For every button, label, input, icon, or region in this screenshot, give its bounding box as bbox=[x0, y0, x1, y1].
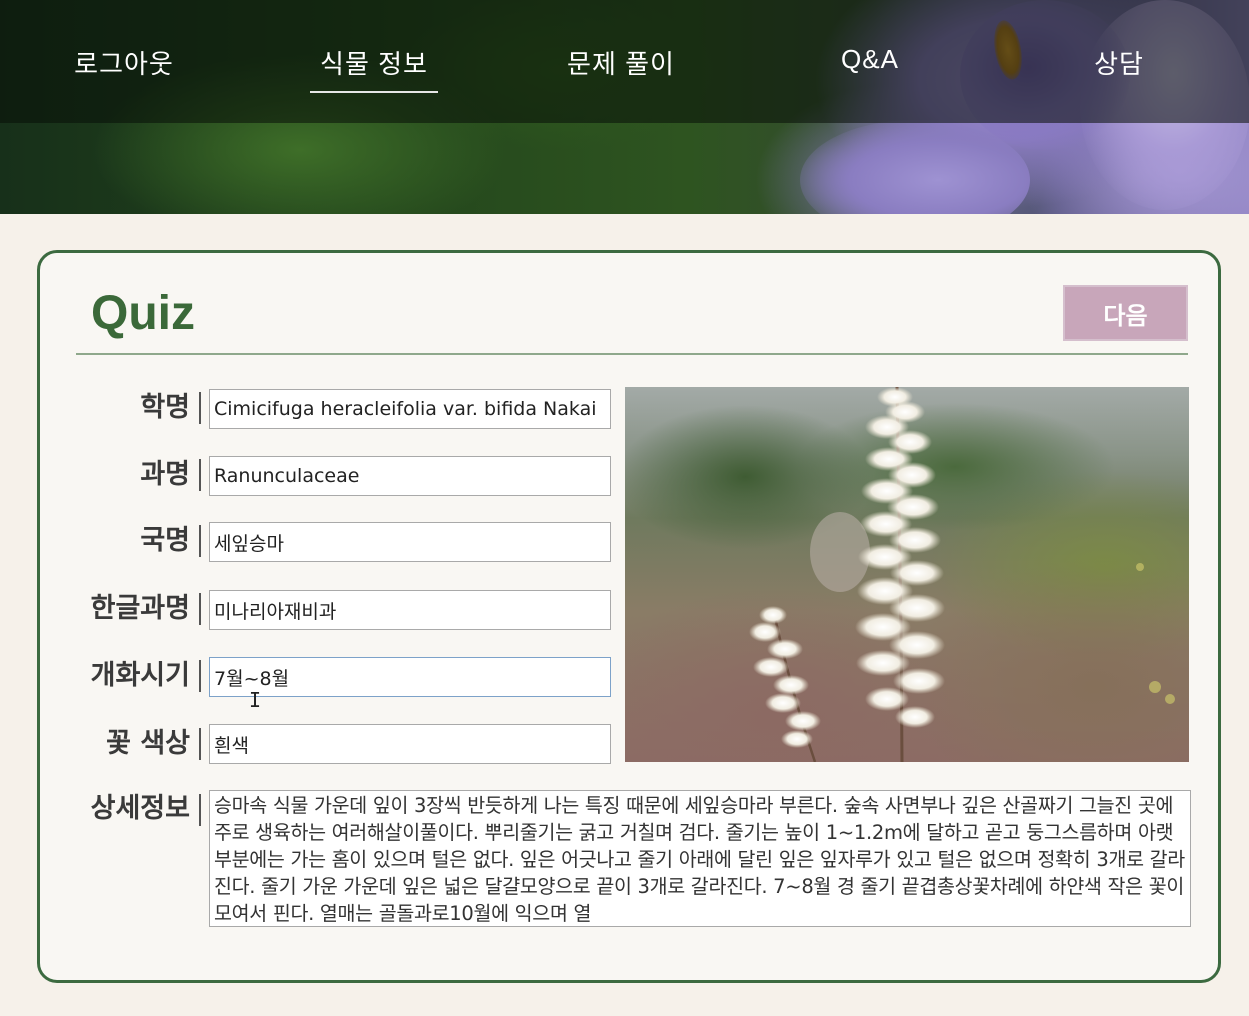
nav-qna[interactable]: Q&A bbox=[820, 44, 920, 84]
nav-plant-info[interactable]: 식물 정보 bbox=[310, 44, 438, 93]
label-separator bbox=[199, 660, 201, 692]
title-divider bbox=[76, 353, 1188, 355]
label-separator bbox=[199, 525, 201, 557]
plant-photo bbox=[625, 387, 1189, 762]
detail-info-textarea[interactable]: 승마속 식물 가운데 잎이 3장씩 반듯하게 나는 특징 때문에 세잎승마라 부… bbox=[209, 790, 1191, 927]
korean-name-field[interactable] bbox=[209, 522, 611, 562]
nav-logout[interactable]: 로그아웃 bbox=[60, 44, 188, 84]
family-label: 과명 bbox=[140, 459, 190, 490]
label-separator bbox=[199, 392, 201, 424]
flower-color-label: 꽃 색상 bbox=[106, 728, 190, 759]
label-separator bbox=[199, 728, 201, 760]
label-separator bbox=[199, 794, 201, 826]
label-separator bbox=[199, 459, 201, 491]
korean-name-label: 국명 bbox=[140, 525, 190, 556]
korean-family-label: 한글과명 bbox=[90, 593, 190, 624]
plant-illustration bbox=[749, 387, 1175, 762]
family-field[interactable] bbox=[209, 456, 611, 496]
korean-family-field[interactable] bbox=[209, 590, 611, 630]
nav-consult[interactable]: 상담 bbox=[1080, 44, 1158, 84]
flowering-period-field[interactable] bbox=[209, 657, 611, 697]
scientific-name-field[interactable] bbox=[209, 389, 611, 429]
label-separator bbox=[199, 593, 201, 625]
header-banner: 로그아웃 식물 정보 문제 풀이 Q&A 상담 bbox=[0, 0, 1249, 214]
scientific-name-label: 학명 bbox=[140, 392, 190, 423]
navbar: 로그아웃 식물 정보 문제 풀이 Q&A 상담 bbox=[0, 0, 1249, 123]
detail-info-label: 상세정보 bbox=[90, 793, 190, 824]
quiz-title: Quiz bbox=[91, 287, 195, 340]
text-cursor-icon: I bbox=[249, 688, 262, 712]
flower-color-field[interactable] bbox=[209, 724, 611, 764]
next-button[interactable]: 다음 bbox=[1063, 285, 1188, 341]
flowering-period-label: 개화시기 bbox=[90, 660, 190, 691]
nav-quiz[interactable]: 문제 풀이 bbox=[557, 44, 685, 84]
